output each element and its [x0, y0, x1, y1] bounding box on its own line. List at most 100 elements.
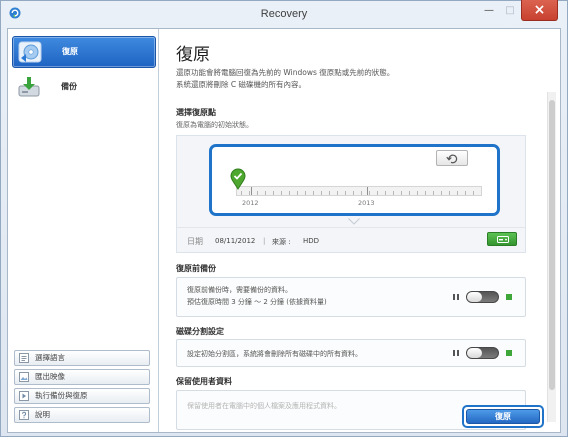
partition-settings-toggle[interactable] — [466, 347, 499, 359]
timeline-tick — [305, 191, 306, 195]
timeline-highlight: 2012 2013 — [209, 144, 500, 216]
restore-disc-icon — [18, 41, 42, 63]
refresh-icon — [446, 154, 458, 164]
timeline-tick — [289, 191, 290, 195]
sidebar-item-backup[interactable]: 備份 — [12, 72, 156, 104]
export-image-button[interactable]: 匯出映像 — [14, 369, 150, 385]
timeline-year-tick — [367, 187, 368, 195]
option-description: 預估復原時間 3 分鐘 ～ 2 分鐘 (依據資料量) — [187, 298, 327, 306]
timeline-tick — [409, 191, 410, 195]
minimize-button[interactable]: — — [479, 1, 499, 21]
restore-button-highlight: 復原 — [462, 405, 544, 428]
sidebar-item-label: 復原 — [62, 47, 78, 56]
timeline-year-label: 2012 — [242, 199, 259, 207]
recovery-window: Recovery — □ × 復原 備份 選擇語言 匯出映像 執行備份與復原 說… — [0, 0, 568, 437]
timeline-tick — [369, 191, 370, 195]
timeline-tick — [433, 191, 434, 195]
main-panel: 復原 還原功能會將電腦回復為先前的 Windows 復原點或先前的狀態。 系統還… — [159, 29, 560, 432]
recovery-app-icon — [9, 7, 21, 19]
scrollbar-thumb[interactable] — [549, 100, 555, 390]
maximize-button[interactable]: □ — [500, 1, 520, 21]
backup-drive-icon — [17, 76, 41, 98]
timeline-tick — [241, 191, 242, 195]
sidebar-item-restore[interactable]: 復原 — [12, 36, 156, 68]
restore-button[interactable]: 復原 — [466, 409, 540, 424]
timeline-tick — [401, 191, 402, 195]
run-icon — [19, 391, 29, 401]
restore-point-panel: 2012 2013 日期 08/11/2012 | 來源 : HDD — [176, 135, 526, 253]
toggle-off-indicator — [453, 294, 459, 300]
panel-divider — [177, 227, 525, 228]
timeline-ruler[interactable] — [236, 186, 482, 196]
source-label: 來源 : — [272, 238, 291, 246]
option-description: 設定初始分割區，系統將會刪除所有磁碟中的所有資料。 — [187, 350, 362, 358]
timeline-tick — [265, 191, 266, 195]
date-source-divider: | — [263, 237, 266, 245]
timeline-year-tick — [251, 187, 252, 195]
timeline-tick — [473, 191, 474, 195]
restore-point-heading: 選擇復原點 — [176, 108, 216, 117]
timeline-tick — [297, 191, 298, 195]
refresh-button[interactable] — [436, 150, 468, 166]
help-icon — [19, 410, 29, 420]
timeline-tick — [257, 191, 258, 195]
drive-icon — [497, 236, 509, 243]
timeline-tick — [329, 191, 330, 195]
source-drive-button[interactable] — [487, 232, 517, 246]
description-line: 還原功能會將電腦回復為先前的 Windows 復原點或先前的狀態。 — [176, 68, 395, 77]
timeline-tick — [313, 191, 314, 195]
option-partition-settings: 設定初始分割區，系統將會刪除所有磁碟中的所有資料。 — [176, 339, 526, 367]
restore-point-marker[interactable] — [230, 168, 246, 190]
help-button-label: 說明 — [35, 410, 50, 419]
toggle-off-indicator — [453, 350, 459, 356]
language-button[interactable]: 選擇語言 — [14, 350, 150, 366]
toggle-knob — [467, 292, 482, 302]
toggle-on-indicator — [506, 350, 512, 356]
toggle-knob — [467, 348, 482, 358]
timeline-tick — [345, 191, 346, 195]
timeline-tick — [249, 191, 250, 195]
timeline-tick — [457, 191, 458, 195]
main-scrollbar[interactable] — [547, 92, 556, 422]
timeline-pointer — [348, 218, 360, 225]
option-description: 保留使用者在電腦中的個人檔案及應用程式資料。 — [187, 402, 341, 410]
timeline-tick — [385, 191, 386, 195]
language-button-label: 選擇語言 — [35, 353, 65, 362]
help-button[interactable]: 說明 — [14, 407, 150, 423]
export-image-icon — [19, 372, 29, 382]
run-button-label: 執行備份與復原 — [35, 391, 88, 400]
option-backup-before-restore: 復原前備份時，需要備份的資料。 預估復原時間 3 分鐘 ～ 2 分鐘 (依據資料… — [176, 277, 526, 317]
language-icon — [19, 353, 29, 363]
export-image-button-label: 匯出映像 — [35, 372, 65, 381]
timeline-year-label: 2013 — [358, 199, 375, 207]
date-value: 08/11/2012 — [215, 237, 256, 245]
option-heading: 磁碟分割設定 — [176, 327, 224, 336]
timeline-tick — [377, 191, 378, 195]
timeline-tick — [353, 191, 354, 195]
description-line: 系統還原將刪除 C 磁碟機的所有內容。 — [176, 80, 307, 89]
timeline-tick — [417, 191, 418, 195]
timeline-tick — [465, 191, 466, 195]
sidebar: 復原 備份 選擇語言 匯出映像 執行備份與復原 說明 — [8, 29, 159, 432]
sidebar-item-label: 備份 — [61, 82, 77, 91]
title-bar[interactable]: Recovery — □ × — [0, 0, 568, 28]
option-description: 復原前備份時，需要備份的資料。 — [187, 286, 292, 294]
timeline-tick — [281, 191, 282, 195]
timeline-tick — [321, 191, 322, 195]
backup-before-restore-toggle[interactable] — [466, 291, 499, 303]
option-heading: 復原前備份 — [176, 264, 216, 273]
window-title: Recovery — [260, 8, 308, 20]
client-area: 復原 備份 選擇語言 匯出映像 執行備份與復原 說明 復原 還原功能會將電腦回復… — [7, 28, 561, 433]
page-title: 復原 — [176, 45, 210, 65]
toggle-on-indicator — [506, 294, 512, 300]
option-heading: 保留使用者資料 — [176, 377, 232, 386]
timeline-tick — [337, 191, 338, 195]
close-button[interactable]: × — [521, 0, 558, 21]
source-value: HDD — [303, 237, 320, 245]
timeline-tick — [273, 191, 274, 195]
timeline-tick — [449, 191, 450, 195]
timeline-tick — [441, 191, 442, 195]
timeline-tick — [425, 191, 426, 195]
timeline-tick — [393, 191, 394, 195]
run-backup-restore-button[interactable]: 執行備份與復原 — [14, 388, 150, 404]
